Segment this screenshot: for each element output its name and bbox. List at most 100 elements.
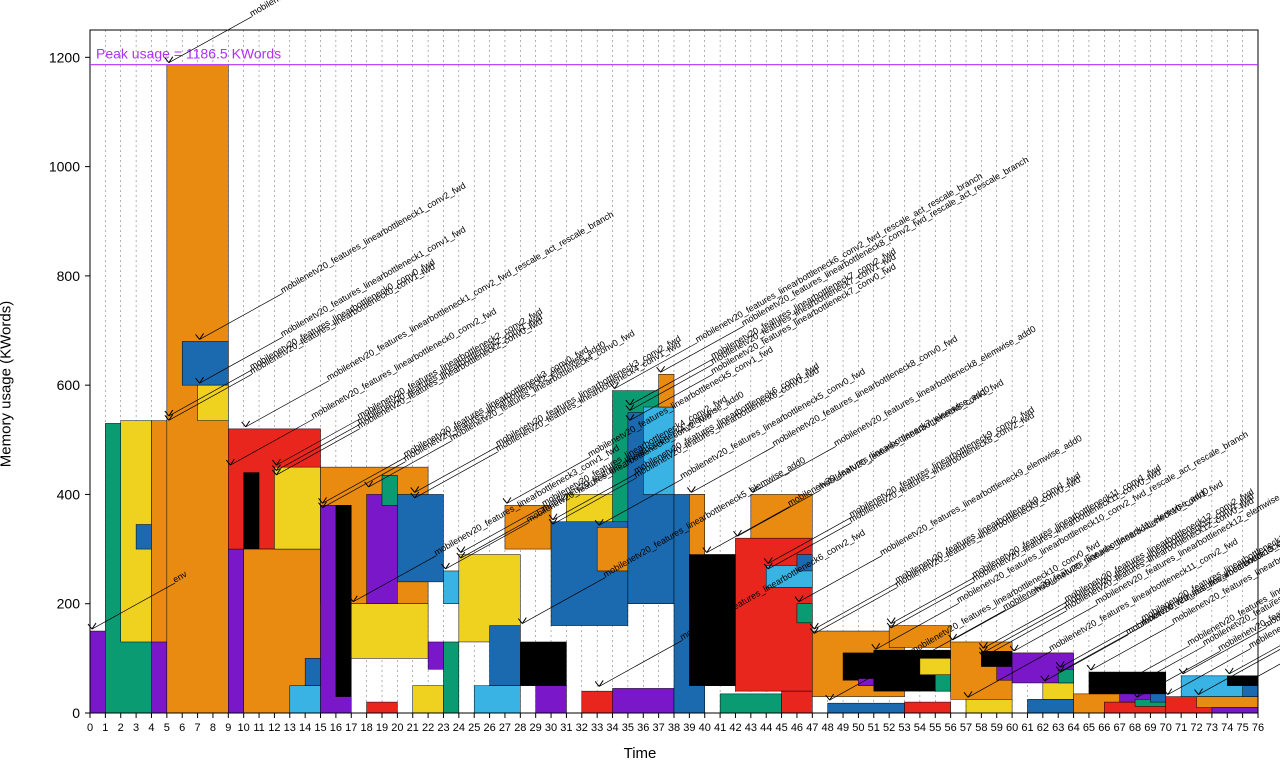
memory-block bbox=[828, 703, 905, 713]
block-label: mobilenetv20_features_linearbottleneck4_… bbox=[448, 328, 637, 443]
svg-text:19: 19 bbox=[376, 722, 388, 734]
memory-block bbox=[413, 686, 444, 713]
memory-block bbox=[505, 505, 551, 549]
memory-block bbox=[367, 702, 398, 713]
svg-text:12: 12 bbox=[268, 722, 280, 734]
memory-block bbox=[751, 494, 812, 538]
block-label: mobilenetv20_features_linearbottleneck11… bbox=[970, 467, 1162, 584]
block-label: mobilenetv20_features_linearbottleneck0_… bbox=[248, 261, 437, 376]
block-label: mobilenetv20_features_linearbottleneck14… bbox=[1185, 530, 1280, 647]
svg-text:37: 37 bbox=[653, 722, 665, 734]
svg-text:35: 35 bbox=[622, 722, 634, 734]
svg-text:50: 50 bbox=[852, 722, 864, 734]
svg-text:68: 68 bbox=[1129, 722, 1141, 734]
svg-text:62: 62 bbox=[1037, 722, 1049, 734]
memory-block bbox=[643, 407, 674, 494]
block-label: mobilenetv20_features_linearbottleneck10… bbox=[1032, 478, 1225, 595]
block-label: mobilenetv20_features_linearbottleneck13… bbox=[1139, 510, 1280, 627]
svg-text:17: 17 bbox=[345, 722, 357, 734]
svg-text:200: 200 bbox=[57, 596, 81, 612]
svg-text:400: 400 bbox=[57, 486, 81, 502]
block-label: mobilenetv20_features_linearbottleneck0_… bbox=[309, 306, 498, 421]
block-label: mobilenetv20_features_conv0_fwd bbox=[248, 0, 373, 18]
block-label: mobilenetv20_features_linearbottleneck8_… bbox=[740, 154, 1031, 328]
block-label: mobilenetv20_features_linearbottleneck11… bbox=[970, 462, 1162, 579]
block-label: mobilenetv20_features_linearbottleneck2_… bbox=[355, 312, 544, 427]
memory-block bbox=[1089, 672, 1166, 694]
svg-text:24: 24 bbox=[453, 722, 465, 734]
block-label: mobilenetv20_features_linearbottleneck8_… bbox=[816, 377, 1005, 492]
block-label: mobilenetv20_features_linearbottleneck6_… bbox=[694, 171, 985, 345]
svg-text:42: 42 bbox=[729, 722, 741, 734]
svg-text:46: 46 bbox=[791, 722, 803, 734]
svg-text:31: 31 bbox=[560, 722, 572, 734]
svg-text:29: 29 bbox=[530, 722, 542, 734]
svg-text:2: 2 bbox=[118, 722, 124, 734]
memory-block bbox=[1027, 699, 1073, 713]
svg-text:54: 54 bbox=[914, 722, 926, 734]
memory-block bbox=[920, 658, 951, 674]
svg-text:69: 69 bbox=[1144, 722, 1156, 734]
memory-block bbox=[136, 524, 151, 549]
svg-text:61: 61 bbox=[1021, 722, 1033, 734]
block-label: mobilenetv20_features_linearbottleneck1_… bbox=[279, 224, 468, 339]
svg-text:58: 58 bbox=[975, 722, 987, 734]
svg-text:4: 4 bbox=[148, 722, 154, 734]
block-label: mobilenetv20_features_linearbottleneck9_… bbox=[893, 474, 1082, 589]
svg-text:15: 15 bbox=[314, 722, 326, 734]
block-label: mobilenetv20_features_linearbottleneck7_… bbox=[709, 246, 898, 361]
memory-block bbox=[536, 686, 567, 713]
memory-block bbox=[1197, 697, 1258, 708]
svg-text:26: 26 bbox=[483, 722, 495, 734]
block-label: mobilenetv20_features_linearbottleneck9_… bbox=[878, 433, 1084, 557]
block-label: mobilenetv20_features_linearbottleneck8_… bbox=[770, 333, 959, 448]
svg-text:33: 33 bbox=[591, 722, 603, 734]
svg-text:75: 75 bbox=[1237, 722, 1249, 734]
svg-text:36: 36 bbox=[637, 722, 649, 734]
block-label: mobilenetv20_features_linearbottleneck12… bbox=[1062, 495, 1255, 612]
svg-text:9: 9 bbox=[225, 722, 231, 734]
svg-text:30: 30 bbox=[545, 722, 557, 734]
svg-text:0: 0 bbox=[72, 705, 80, 721]
svg-text:56: 56 bbox=[945, 722, 957, 734]
memory-block bbox=[905, 702, 951, 713]
block-label: mobilenetv20_features_linearbottleneck12… bbox=[1062, 491, 1255, 608]
block-label: mobilenetv20_features_linearbottleneck12… bbox=[1062, 487, 1255, 604]
block-label: mobilenetv20_features_linearbottleneck9_… bbox=[847, 404, 1036, 519]
block-label: mobilenetv20_features_linearbottleneck7_… bbox=[709, 261, 898, 376]
memory-block bbox=[382, 475, 397, 505]
svg-text:34: 34 bbox=[606, 722, 618, 734]
memory-block bbox=[797, 604, 812, 623]
svg-text:38: 38 bbox=[668, 722, 680, 734]
svg-text:7: 7 bbox=[195, 722, 201, 734]
memory-block bbox=[843, 653, 874, 680]
svg-text:0: 0 bbox=[87, 722, 93, 734]
svg-text:39: 39 bbox=[683, 722, 695, 734]
svg-text:40: 40 bbox=[699, 722, 711, 734]
block-label: mobilenetv20_features_linearbottleneck8_… bbox=[847, 410, 1036, 525]
svg-text:60: 60 bbox=[1006, 722, 1018, 734]
svg-text:10: 10 bbox=[238, 722, 250, 734]
memory-block bbox=[443, 642, 458, 713]
svg-text:66: 66 bbox=[1098, 722, 1110, 734]
svg-text:13: 13 bbox=[284, 722, 296, 734]
memory-block bbox=[1043, 683, 1074, 699]
svg-text:1000: 1000 bbox=[49, 159, 80, 175]
memory-block bbox=[474, 686, 520, 713]
svg-text:3: 3 bbox=[133, 722, 139, 734]
memory-block bbox=[935, 675, 950, 691]
svg-text:74: 74 bbox=[1221, 722, 1233, 734]
memory-block bbox=[336, 505, 351, 696]
svg-text:27: 27 bbox=[499, 722, 511, 734]
memory-block bbox=[966, 699, 1012, 713]
block-label: mobilenetv20_features_linearbottleneck0_… bbox=[248, 257, 437, 372]
svg-text:52: 52 bbox=[883, 722, 895, 734]
memory-block bbox=[198, 385, 229, 421]
memory-block bbox=[305, 658, 320, 685]
chart-stage: Memory usage (KWords) Time 0200400600800… bbox=[0, 0, 1280, 768]
svg-text:5: 5 bbox=[164, 722, 170, 734]
memory-block bbox=[597, 527, 628, 571]
block-label: mobilenetv20_features_linearbottleneck3_… bbox=[402, 344, 591, 459]
svg-text:63: 63 bbox=[1052, 722, 1064, 734]
memory-block bbox=[182, 341, 228, 385]
